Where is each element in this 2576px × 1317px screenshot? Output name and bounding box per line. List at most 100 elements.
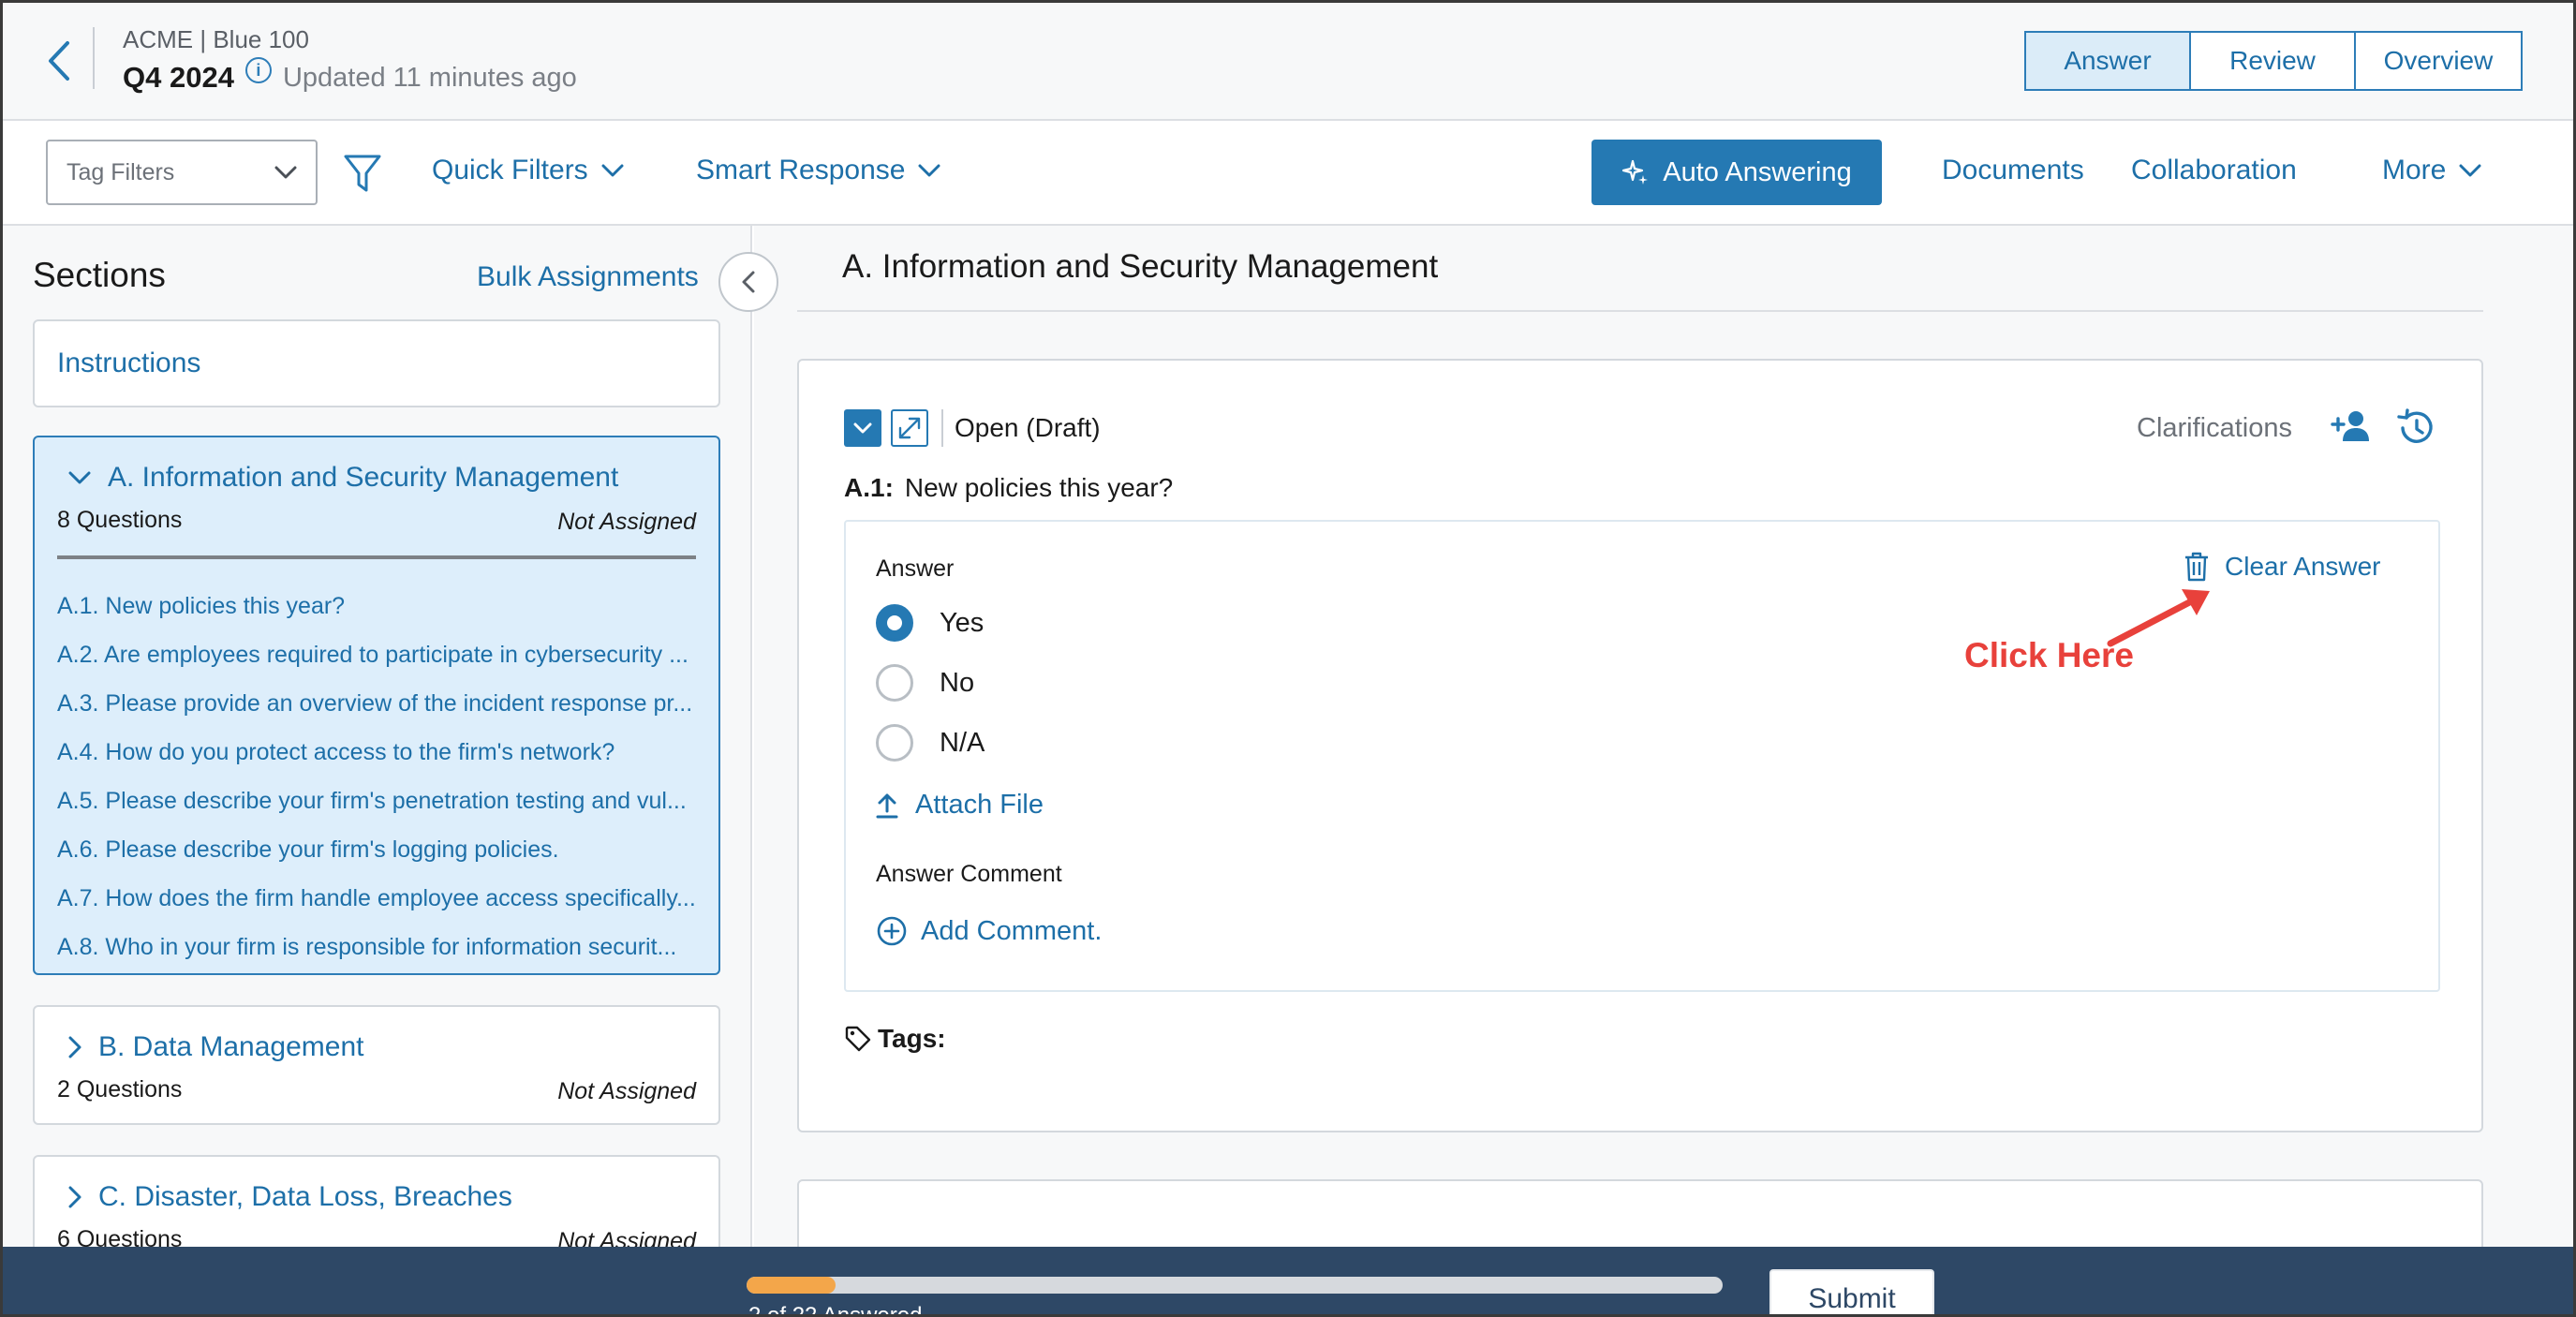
click-here-annotation: Click Here — [1964, 636, 2134, 674]
chevron-down-icon — [274, 166, 297, 179]
back-button[interactable] — [38, 37, 80, 85]
radio-na[interactable] — [876, 724, 913, 762]
option-no[interactable]: No — [876, 664, 974, 702]
progress-bar — [747, 1277, 1723, 1294]
question-link[interactable]: A.7. How does the firm handle employee a… — [57, 874, 717, 923]
add-comment-button[interactable]: Add Comment. — [876, 915, 1102, 947]
section-card-a[interactable]: A. Information and Security Management 8… — [33, 436, 720, 975]
tab-overview[interactable]: Overview — [2356, 33, 2521, 89]
question-link[interactable]: A.3. Please provide an overview of the i… — [57, 679, 717, 728]
section-card-b[interactable]: B. Data Management 2 Questions Not Assig… — [33, 1005, 720, 1125]
section-card-c[interactable]: C. Disaster, Data Loss, Breaches 6 Quest… — [33, 1155, 720, 1258]
question-card: Open (Draft) Clarifications A.1: New pol… — [797, 359, 2483, 1132]
sparkle-icon — [1622, 159, 1649, 185]
bulk-assignments-link[interactable]: Bulk Assignments — [477, 261, 699, 293]
section-title: B. Data Management — [98, 1031, 364, 1062]
clarifications-link[interactable]: Clarifications — [2137, 413, 2292, 444]
chevron-right-icon — [68, 1186, 81, 1208]
chevron-down-icon — [68, 471, 91, 484]
question-link[interactable]: A.8. Who in your firm is responsible for… — [57, 923, 717, 971]
question-number: A.1: — [844, 473, 894, 502]
collapse-sidebar-button[interactable] — [718, 252, 778, 312]
chevron-down-icon — [2459, 164, 2481, 177]
collaboration-link[interactable]: Collaboration — [2131, 155, 2297, 186]
app-window: ACME | Blue 100 Q4 2024 i Updated 11 min… — [0, 0, 2576, 1317]
clear-answer-label: Clear Answer — [2225, 552, 2381, 581]
option-label: Yes — [940, 607, 985, 638]
option-na[interactable]: N/A — [876, 724, 985, 762]
question-link[interactable]: A.5. Please describe your firm's penetra… — [57, 777, 717, 825]
instructions-label: Instructions — [57, 348, 201, 378]
section-header[interactable]: B. Data Management — [68, 1031, 364, 1063]
question-label: A.1: New policies this year? — [844, 473, 1173, 503]
clear-answer-button[interactable]: Clear Answer — [2184, 552, 2381, 582]
section-heading: A. Information and Security Management — [842, 248, 1439, 285]
collapse-question-button[interactable] — [844, 409, 881, 447]
info-icon[interactable]: i — [244, 57, 272, 83]
org-name: ACME | Blue 100 — [123, 25, 309, 53]
tags-row: Tags: — [844, 1024, 946, 1054]
question-link[interactable]: A.1. New policies this year? — [57, 582, 717, 630]
auto-answering-button[interactable]: Auto Answering — [1591, 140, 1882, 205]
assign-user-icon[interactable] — [2330, 407, 2371, 445]
tab-answer[interactable]: Answer — [2026, 33, 2191, 89]
question-text: New policies this year? — [904, 473, 1174, 502]
question-list: A.1. New policies this year? A.2. Are em… — [57, 582, 717, 971]
chevron-right-icon — [68, 1036, 81, 1058]
header: ACME | Blue 100 Q4 2024 i Updated 11 min… — [3, 3, 2573, 121]
instructions-card[interactable]: Instructions — [33, 319, 720, 407]
history-icon[interactable] — [2395, 407, 2436, 449]
submit-button[interactable]: Submit — [1769, 1269, 1934, 1314]
more-dropdown[interactable]: More — [2382, 155, 2481, 186]
filter-icon[interactable] — [342, 153, 383, 196]
option-yes[interactable]: Yes — [876, 604, 984, 642]
option-label: No — [940, 667, 975, 698]
tag-filter-placeholder: Tag Filters — [67, 158, 175, 185]
tag-filter-select[interactable]: Tag Filters — [46, 140, 318, 205]
radio-no[interactable] — [876, 664, 913, 702]
header-divider — [93, 27, 95, 89]
section-title: C. Disaster, Data Loss, Breaches — [98, 1181, 512, 1212]
status-divider — [941, 409, 943, 447]
question-link[interactable]: A.2. Are employees required to participa… — [57, 630, 717, 679]
smart-response-dropdown[interactable]: Smart Response — [696, 155, 940, 186]
next-question-card — [797, 1179, 2483, 1247]
add-comment-label: Add Comment. — [921, 915, 1103, 946]
trash-icon — [2185, 552, 2208, 582]
chevron-down-icon — [918, 164, 940, 177]
documents-link[interactable]: Documents — [1942, 155, 2084, 186]
expand-question-button[interactable] — [891, 409, 928, 447]
tab-review[interactable]: Review — [2191, 33, 2356, 89]
question-link[interactable]: A.4. How do you protect access to the fi… — [57, 728, 717, 777]
section-header[interactable]: A. Information and Security Management — [68, 462, 618, 494]
attach-file-button[interactable]: Attach File — [876, 790, 1044, 821]
attach-file-label: Attach File — [915, 790, 1044, 820]
question-link[interactable]: A.6. Please describe your firm's logging… — [57, 825, 717, 874]
radio-yes[interactable] — [876, 604, 913, 642]
chevron-left-icon — [742, 271, 755, 293]
tags-label: Tags: — [878, 1024, 946, 1053]
chevron-down-icon — [853, 422, 872, 434]
more-label: More — [2382, 155, 2447, 185]
heading-divider — [797, 310, 2483, 312]
progress-fill — [747, 1277, 836, 1294]
section-assignment: Not Assigned — [557, 1078, 696, 1104]
progress-text: 2 of 22 Answered — [748, 1303, 923, 1317]
quick-filters-dropdown[interactable]: Quick Filters — [432, 155, 624, 186]
period-title: Q4 2024 — [123, 61, 234, 94]
question-status: Open (Draft) — [955, 413, 1101, 442]
sidebar-title: Sections — [33, 256, 166, 294]
toolbar: Tag Filters Quick Filters Smart Response… — [3, 121, 2573, 226]
smart-response-label: Smart Response — [696, 155, 906, 185]
upload-icon — [876, 793, 898, 818]
chevron-down-icon — [601, 164, 624, 177]
section-header[interactable]: C. Disaster, Data Loss, Breaches — [68, 1181, 512, 1213]
plus-circle-icon — [877, 916, 907, 946]
section-divider — [57, 555, 696, 559]
section-title: A. Information and Security Management — [108, 462, 619, 493]
section-question-count: 2 Questions — [57, 1076, 183, 1102]
tag-icon — [845, 1026, 871, 1052]
auto-answering-label: Auto Answering — [1663, 156, 1852, 187]
quick-filters-label: Quick Filters — [432, 155, 588, 185]
section-question-count: 8 Questions — [57, 507, 183, 533]
